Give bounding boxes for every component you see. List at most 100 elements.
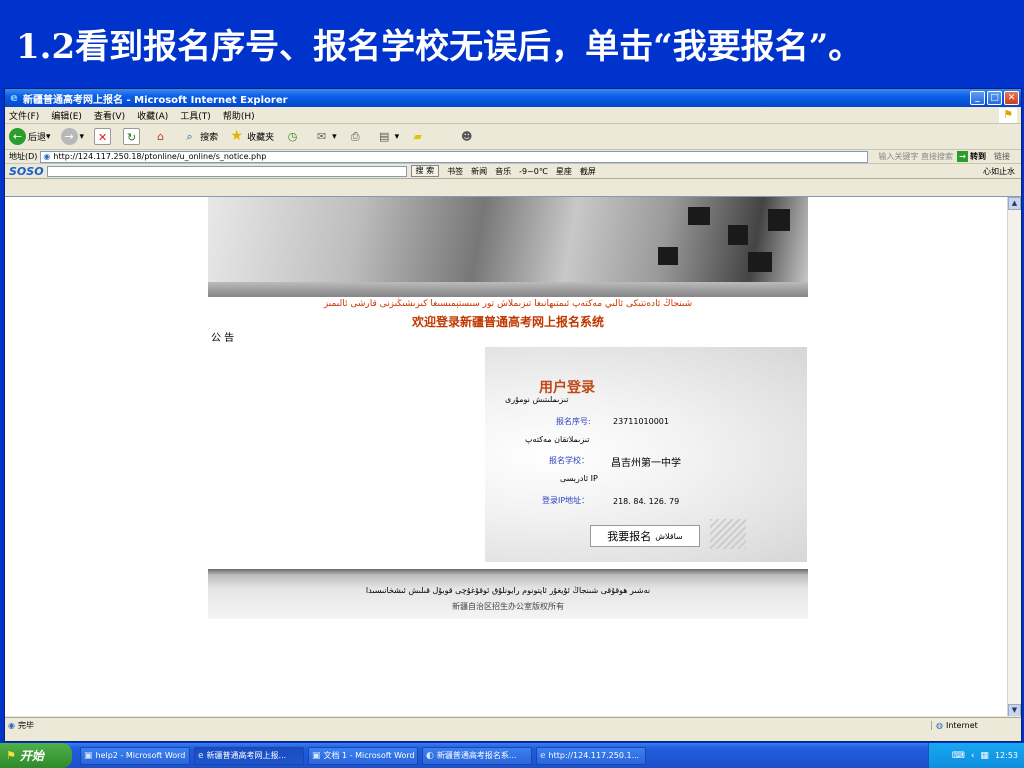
edit-icon: ▤ (378, 130, 390, 143)
tray-expand-icon[interactable]: ‹ (971, 751, 975, 761)
go-button[interactable]: → 转到 (956, 151, 986, 162)
refresh-icon: ↻ (123, 128, 141, 145)
scroll-up-arrow-icon[interactable]: ▲ (1008, 197, 1021, 210)
search-label: 搜索 (200, 133, 219, 143)
task-button-ie-register[interactable]: e 新疆普通高考网上报... (194, 746, 304, 765)
address-search-hint[interactable]: 输入关键字 直接搜索 (878, 151, 953, 162)
close-button[interactable]: ✕ (1004, 91, 1019, 105)
print-button[interactable]: ⎙ (347, 128, 366, 145)
menu-view[interactable]: 查看(V) (94, 109, 125, 122)
edit-button[interactable]: ▤ ▾ (376, 128, 399, 145)
forward-button[interactable]: → ▾ (60, 128, 84, 145)
stop-button[interactable]: ✕ (94, 128, 113, 145)
messenger-button[interactable]: ☻ (458, 128, 477, 145)
minimize-button[interactable]: _ (970, 91, 985, 105)
soso-right-item[interactable]: 心如止水 (983, 166, 1015, 177)
soso-logo: SOSO (9, 164, 44, 178)
status-bar: ◉ 完毕 ◍ Internet (5, 717, 1021, 733)
menu-file[interactable]: 文件(F) (9, 109, 39, 122)
register-button-label-uyghur: ساقلاش (655, 531, 683, 541)
keyboard-icon[interactable]: ⌨ (952, 751, 965, 761)
search-button[interactable]: ⌕ 搜索 (181, 128, 218, 145)
soso-bookmarks[interactable]: 书签 (447, 166, 463, 177)
soso-news[interactable]: 新闻 (471, 166, 487, 177)
task-label: http://124.117.250.1... (548, 751, 640, 760)
history-button[interactable]: ◷ (284, 128, 303, 145)
folder-button[interactable]: ▰ (409, 128, 428, 145)
banner-cube (768, 209, 790, 231)
folder-icon: ▰ (413, 130, 422, 143)
address-input[interactable]: ◉ http://124.117.250.18/ptonline/u_onlin… (40, 150, 869, 163)
ie-icon: e (540, 750, 546, 761)
messenger-icon: ☻ (460, 130, 473, 143)
home-icon: ⌂ (157, 130, 165, 143)
menu-edit[interactable]: 编辑(E) (51, 109, 82, 122)
page-viewport: شىنجاڭ ئادەتتىكى ئالىي مەكتەپ ئىمتىھانىغ… (5, 196, 1021, 716)
window-title: 新疆普通高考网上报名 - Microsoft Internet Explorer (23, 94, 288, 106)
soso-music[interactable]: 音乐 (495, 166, 511, 177)
status-text: 完毕 (17, 721, 34, 730)
menu-help[interactable]: 帮助(H) (223, 109, 255, 122)
banner-cube (728, 225, 748, 245)
back-button[interactable]: ← 后退 ▾ (9, 128, 51, 145)
school-label: 报名学校： (549, 456, 589, 465)
home-button[interactable]: ⌂ (152, 128, 171, 145)
back-arrow-icon: ← (9, 128, 26, 145)
soso-search-input[interactable] (46, 165, 407, 177)
page-footer: نەشىر ھوقۇقى شىنجاڭ ئۇيغۇر ئاپتونوم رايو… (208, 569, 808, 619)
printer-icon: ⎙ (350, 130, 360, 143)
welcome-text: 欢迎登录新疆普通高考网上报名系统 (411, 315, 604, 329)
ip-label-uyghur: IP ئادرېسى (560, 474, 598, 483)
menu-favorites[interactable]: 收藏(A) (137, 109, 168, 122)
page-icon: ◉ (43, 152, 51, 161)
soso-weather[interactable]: -9~0℃ (519, 167, 548, 176)
login-title-uyghur: تىزىملىتىش نومۇرى (505, 395, 569, 404)
address-label: 地址(D) (9, 152, 38, 161)
banner-strip (208, 282, 808, 296)
notice-label[interactable]: 公 告 (211, 329, 234, 344)
menu-tools[interactable]: 工具(T) (180, 109, 211, 122)
welcome-text-uyghur: شىنجاڭ ئادەتتىكى ئالىي مەكتەپ ئىمتىھانىغ… (323, 299, 693, 309)
forward-arrow-icon: → (60, 128, 78, 145)
task-button-register-system[interactable]: ◐ 新疆普通高考报名系... (422, 746, 532, 765)
favorites-button[interactable]: ★ 收藏夹 (228, 128, 274, 145)
banner-cube (688, 207, 710, 225)
task-button-word-doc1[interactable]: ▣ 文档 1 - Microsoft Word (308, 746, 418, 765)
register-button[interactable]: 我要报名 ساقلاش (590, 525, 700, 547)
refresh-button[interactable]: ↻ (123, 128, 142, 145)
favorites-label: 收藏夹 (247, 133, 275, 143)
mail-button[interactable]: ✉ ▾ (313, 128, 337, 145)
start-button[interactable]: ⚑ 开始 (0, 743, 72, 768)
soso-toolbar: SOSO 搜 索 书签 新闻 音乐 -9~0℃ 星座 截屏 心如止水 (5, 164, 1021, 179)
soso-screenshot[interactable]: 截屏 (580, 166, 596, 177)
soso-horoscope[interactable]: 星座 (556, 166, 572, 177)
windows-logo-icon: ⚑ (6, 749, 16, 762)
soso-search-button[interactable]: 搜 索 (410, 165, 440, 177)
task-button-ie-url[interactable]: e http://124.117.250.1... (536, 746, 646, 765)
word-icon: ▣ (312, 750, 321, 761)
ip-value: 218. 84. 126. 79 (613, 497, 680, 506)
reg-number-label: 报名序号: (556, 417, 591, 426)
task-label: 文档 1 - Microsoft Word (323, 751, 415, 760)
window-titlebar[interactable]: e 新疆普通高考网上报名 - Microsoft Internet Explor… (5, 89, 1021, 107)
address-url: http://124.117.250.18/ptonline/u_online/… (53, 152, 267, 161)
ip-label: 登录IP地址： (542, 496, 590, 505)
maximize-button[interactable]: □ (987, 91, 1002, 105)
login-title: 用户登录 (539, 380, 595, 396)
links-button[interactable]: 链接 (994, 151, 1010, 162)
register-button-label: 我要报名 (607, 530, 652, 543)
network-icon[interactable]: ▦ (980, 751, 989, 761)
header-banner (208, 197, 808, 297)
history-icon: ◷ (287, 130, 298, 143)
word-icon: ▣ (84, 750, 93, 761)
school-label-uyghur: تىزىملاتقان مەكتەپ (525, 435, 590, 444)
task-button-word-help2[interactable]: ▣ help2 - Microsoft Word (80, 746, 190, 765)
banner-cube (658, 247, 678, 265)
vertical-scrollbar[interactable]: ▲ ▼ (1007, 197, 1021, 716)
task-label: 新疆普通高考报名系... (436, 751, 517, 760)
menu-bar: 文件(F) 编辑(E) 查看(V) 收藏(A) 工具(T) 帮助(H) ⚑ (5, 107, 1021, 124)
clock[interactable]: 12:53 (995, 751, 1018, 760)
scroll-down-arrow-icon[interactable]: ▼ (1008, 704, 1021, 716)
reg-number-value: 23711010001 (613, 417, 669, 426)
task-label: 新疆普通高考网上报... (206, 751, 287, 760)
